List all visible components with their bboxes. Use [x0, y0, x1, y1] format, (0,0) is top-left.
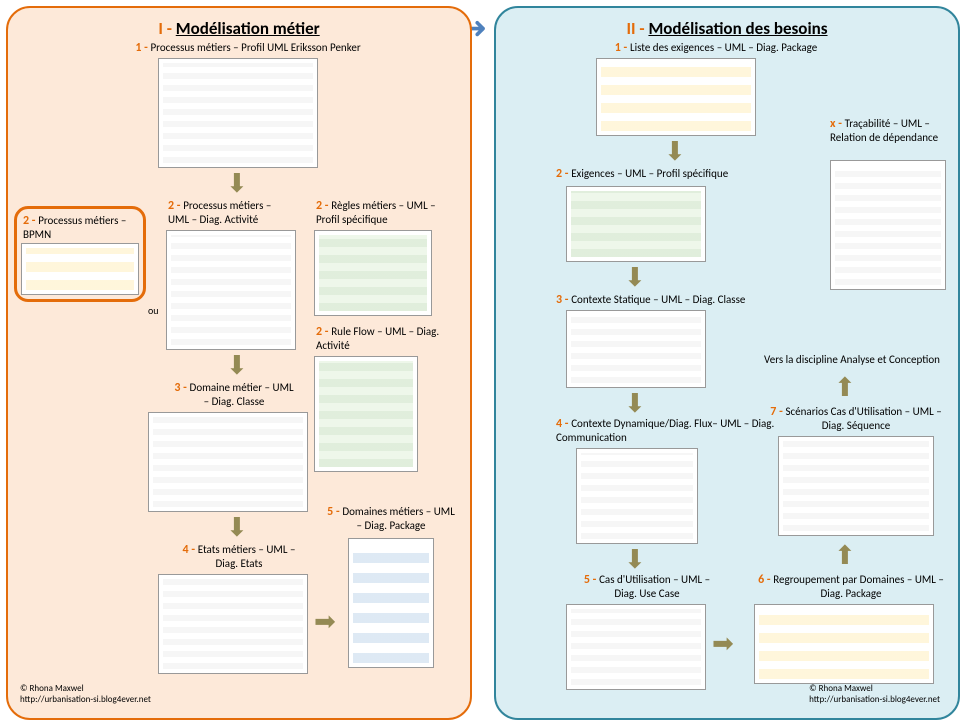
- step-1: 1 - Processus métiers – Profil UML Eriks…: [118, 42, 378, 56]
- thumb-sequence: [778, 436, 934, 536]
- step-2-ruleflow: 2 - Rule Flow – UML – Diag. Activité: [316, 326, 446, 352]
- arrow-down-icon: ⬇: [226, 352, 248, 378]
- step-5: 5 - Cas d'Utilisation – UML – Diag. Use …: [572, 574, 722, 600]
- thumb-contexte-statique: [566, 310, 706, 388]
- panel-modelisation-metier: I - Modélisation métier 1 - Processus mé…: [6, 6, 472, 720]
- thumb-regles: [314, 230, 432, 316]
- arrow-down-icon: ⬇: [624, 264, 646, 290]
- label-ou: ou: [148, 304, 159, 317]
- panel-modelisation-besoins: II - Modélisation des besoins 1 - Liste …: [494, 6, 960, 720]
- arrow-right-icon: ➡: [712, 630, 734, 656]
- step-4: 4 - Contexte Dynamique/Diag. Flux– UML –…: [556, 418, 776, 444]
- arrow-right-icon: ➡: [314, 608, 336, 634]
- step-2-activite: 2 - Processus métiers – UML – Diag. Acti…: [168, 200, 288, 226]
- thumb-exigences-profil: [566, 186, 706, 262]
- thumb-regroupement: [754, 604, 934, 684]
- thumb-activite: [166, 230, 296, 350]
- credit: © Rhona Maxwel http://urbanisation-si.bl…: [809, 684, 940, 706]
- thumb-usecase: [566, 604, 706, 690]
- thumb-domaine: [148, 412, 308, 512]
- panel-title: I - Modélisation métier: [16, 18, 462, 39]
- arrow-up-icon: ⬆: [834, 542, 856, 568]
- thumb-packages: [348, 538, 434, 668]
- arrow-down-icon: ⬇: [226, 514, 248, 540]
- label-next-discipline: Vers la discipline Analyse et Conception: [752, 354, 952, 367]
- arrow-down-icon: ⬇: [226, 170, 248, 196]
- step-x: x - Traçabilité – UML – Relation de dépe…: [830, 118, 950, 144]
- arrow-down-icon: ⬇: [664, 138, 686, 164]
- title-number: II -: [626, 18, 648, 39]
- title-text: Modélisation métier: [176, 18, 320, 39]
- thumb-exigences-pkg: [596, 58, 756, 136]
- step-4: 4 - Etats métiers – UML – Diag. Etats: [174, 544, 304, 570]
- thumb-ruleflow: [314, 356, 418, 472]
- thumb-etats: [158, 574, 308, 674]
- step-7: 7 - Scénarios Cas d'Utilisation – UML – …: [766, 406, 946, 432]
- step-2-regles: 2 - Règles métiers – UML – Profil spécif…: [316, 200, 446, 226]
- thumb-tracabilite: [830, 160, 946, 290]
- title-number: I -: [158, 18, 175, 39]
- thumb-contexte-dyn: [576, 448, 698, 544]
- step-2: 2 - Exigences – UML – Profil spécifique: [556, 168, 786, 182]
- arrow-up-icon: ⬆: [834, 374, 856, 400]
- thumb-processus-penker: [158, 58, 318, 168]
- step-3: 3 - Domaine métier – UML – Diag. Classe: [174, 382, 294, 408]
- arrow-down-icon: ⬇: [624, 390, 646, 416]
- arrow-down-icon: ⬇: [624, 546, 646, 572]
- highlight-bpmn: 2 - Processus métiers – BPMN: [14, 206, 146, 302]
- thumb-bpmn: [21, 243, 139, 295]
- step-6: 6 - Regroupement par Domaines – UML – Di…: [756, 574, 946, 600]
- title-text: Modélisation des besoins: [648, 18, 827, 39]
- step-5: 5 - Domaines métiers – UML – Diag. Packa…: [326, 506, 456, 532]
- step-1: 1 - Liste des exigences – UML – Diag. Pa…: [586, 42, 846, 56]
- credit: © Rhona Maxwel http://urbanisation-si.bl…: [20, 684, 151, 706]
- step-2-bpmn: 2 - Processus métiers – BPMN: [23, 215, 143, 241]
- step-3: 3 - Contexte Statique – UML – Diag. Clas…: [556, 294, 816, 308]
- panel-title: II - Modélisation des besoins: [504, 18, 950, 39]
